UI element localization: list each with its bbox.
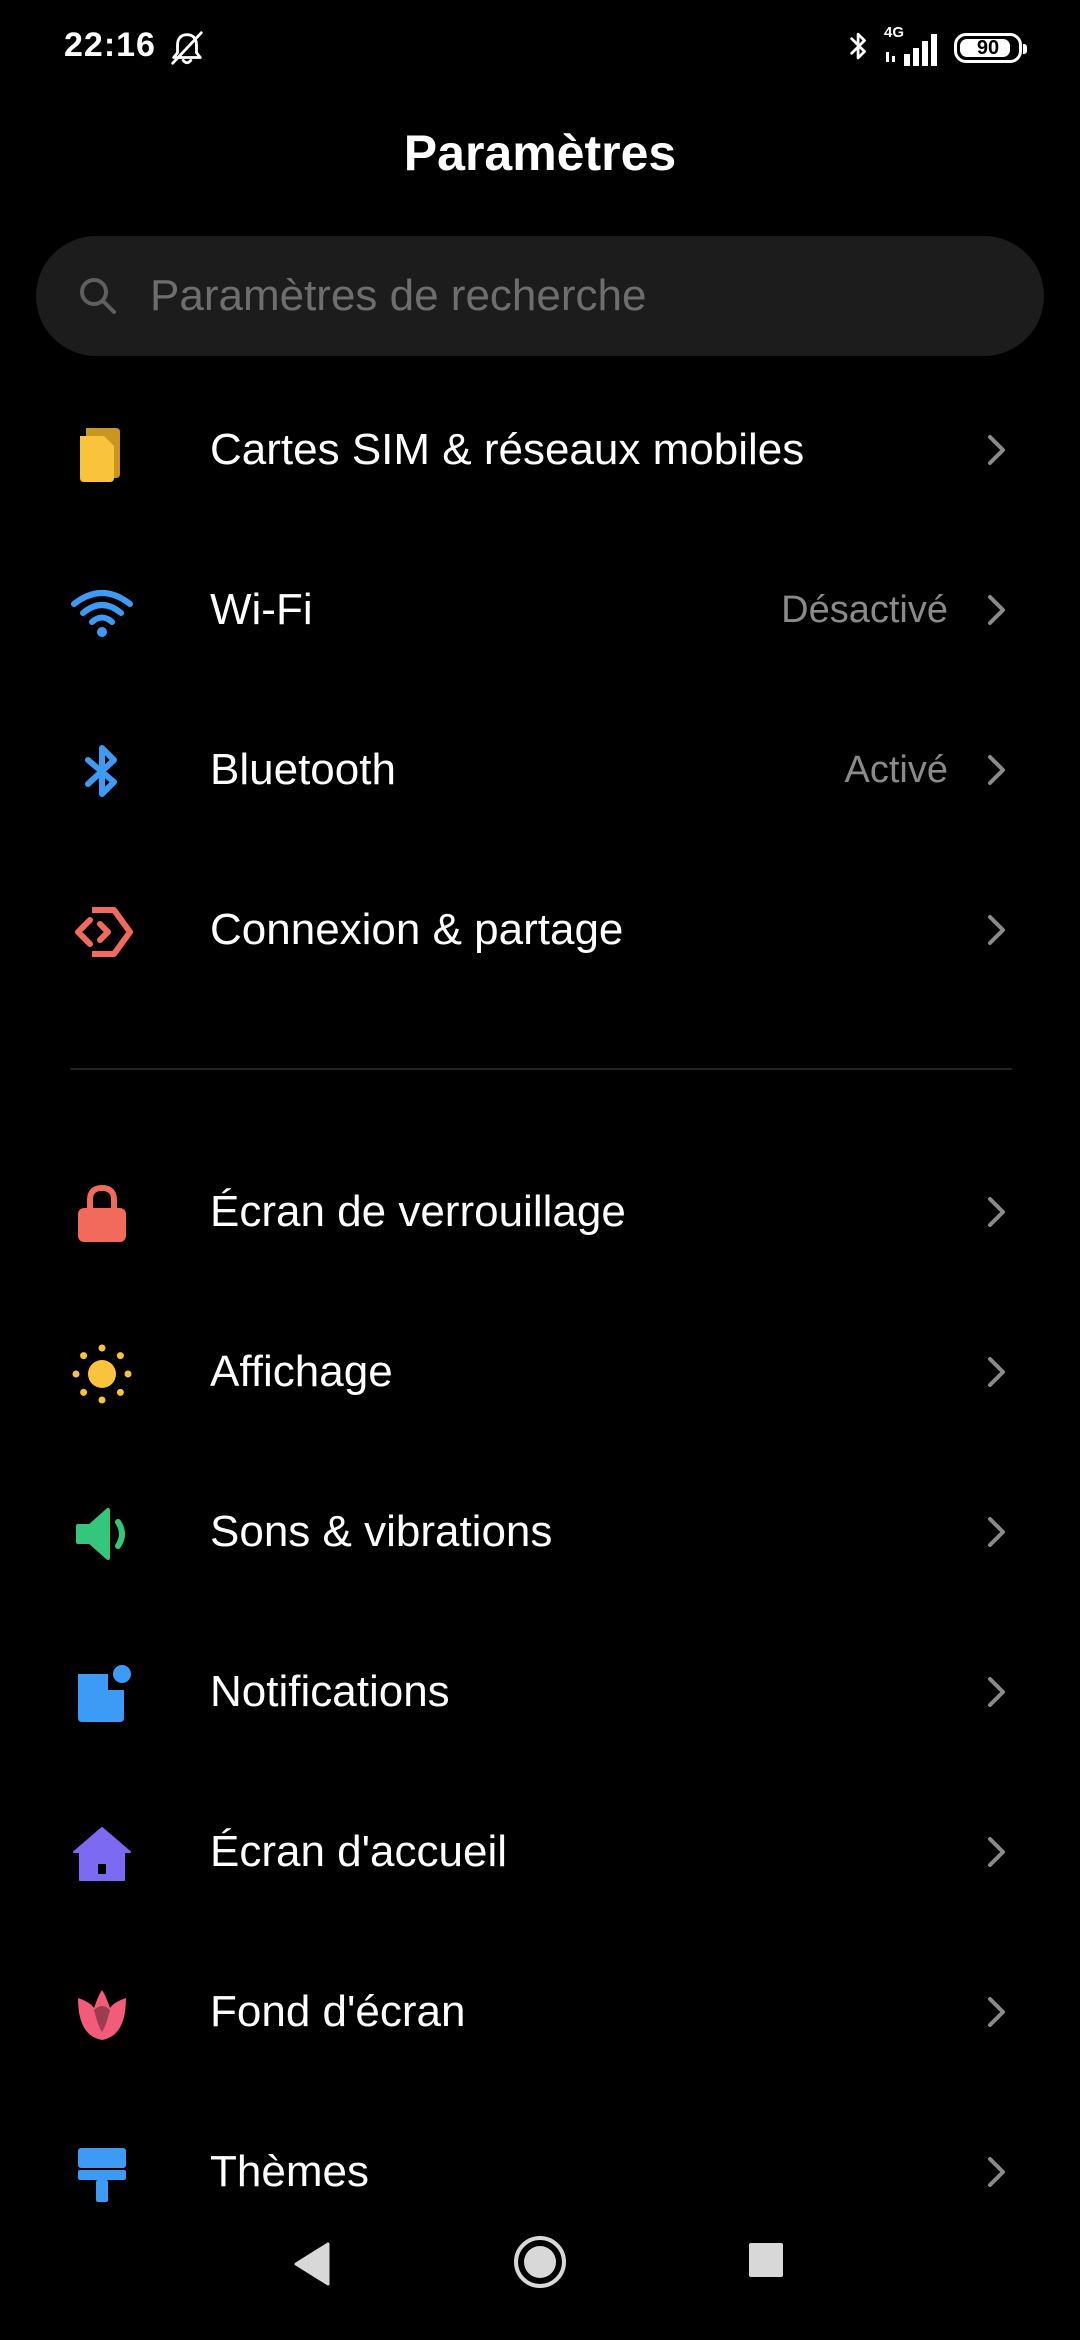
settings-item-label: Bluetooth [210, 745, 396, 794]
speaker-icon [70, 1502, 134, 1566]
settings-item-label: Écran d'accueil [210, 1827, 507, 1876]
status-time: 22:16 [64, 26, 156, 64]
settings-item-label: Cartes SIM & réseaux mobiles [210, 425, 805, 474]
settings-item-wallpaper[interactable]: Fond d'écran [0, 1932, 1080, 2092]
bluetooth-status-icon [848, 29, 870, 68]
settings-item-sound-vibration[interactable]: Sons & vibrations [0, 1452, 1080, 1612]
status-indicators: 4G 90 [848, 24, 1027, 72]
settings-item-value: Désactivé [781, 589, 948, 631]
status-bar: 22:16 4G 90 [0, 0, 1080, 96]
search-input[interactable] [150, 236, 1010, 356]
chevron-right-icon [978, 1514, 1014, 1550]
bell-off-icon [168, 28, 206, 68]
settings-item-label: Fond d'écran [210, 1987, 466, 2036]
home-icon [70, 1822, 134, 1886]
settings-item-label: Notifications [210, 1667, 450, 1716]
battery-nub [1023, 44, 1027, 54]
settings-item-home-screen[interactable]: Écran d'accueil [0, 1772, 1080, 1932]
settings-item-label: Sons & vibrations [210, 1507, 553, 1556]
home-button-icon[interactable] [512, 2234, 568, 2290]
chevron-right-icon [978, 912, 1014, 948]
settings-item-bluetooth[interactable]: Bluetooth Activé [0, 690, 1080, 850]
settings-item-connection-sharing[interactable]: Connexion & partage [0, 850, 1080, 1010]
page-title: Paramètres [403, 125, 677, 181]
navigation-bar [0, 2210, 1080, 2340]
notification-icon [70, 1662, 134, 1726]
search-bar[interactable] [36, 236, 1044, 356]
sim-card-icon [70, 420, 134, 484]
lock-icon [70, 1182, 134, 1246]
settings-item-label: Affichage [210, 1347, 393, 1396]
bluetooth-icon [70, 740, 134, 804]
battery-icon: 90 [954, 33, 1027, 63]
chevron-right-icon [978, 1194, 1014, 1230]
chevron-right-icon [978, 592, 1014, 628]
section-divider [70, 1068, 1012, 1070]
back-icon[interactable] [288, 2238, 340, 2290]
search-icon [76, 274, 120, 318]
chevron-right-icon [978, 1354, 1014, 1390]
sun-icon [70, 1342, 134, 1406]
recents-icon[interactable] [746, 2240, 786, 2280]
settings-item-wifi[interactable]: Wi-Fi Désactivé [0, 530, 1080, 690]
battery-percentage: 90 [976, 36, 1000, 59]
settings-item-display[interactable]: Affichage [0, 1292, 1080, 1452]
chevron-right-icon [978, 2154, 1014, 2190]
paint-roller-icon [70, 2142, 134, 2206]
settings-item-label: Écran de verrouillage [210, 1187, 626, 1236]
chevron-right-icon [978, 1674, 1014, 1710]
settings-item-label: Connexion & partage [210, 905, 624, 954]
cellular-signal-icon: 4G [884, 24, 940, 68]
chevron-right-icon [978, 1994, 1014, 2030]
tulip-icon [70, 1982, 134, 2046]
chevron-right-icon [978, 1834, 1014, 1870]
settings-item-notifications[interactable]: Notifications [0, 1612, 1080, 1772]
settings-item-value: Activé [844, 749, 948, 791]
chevron-right-icon [978, 432, 1014, 468]
settings-item-sim-cards[interactable]: Cartes SIM & réseaux mobiles [0, 370, 1080, 530]
settings-item-lock-screen[interactable]: Écran de verrouillage [0, 1132, 1080, 1292]
chevron-right-icon [978, 752, 1014, 788]
connection-sharing-icon [70, 900, 134, 964]
settings-item-label: Wi-Fi [210, 585, 313, 634]
wifi-icon [70, 580, 134, 644]
